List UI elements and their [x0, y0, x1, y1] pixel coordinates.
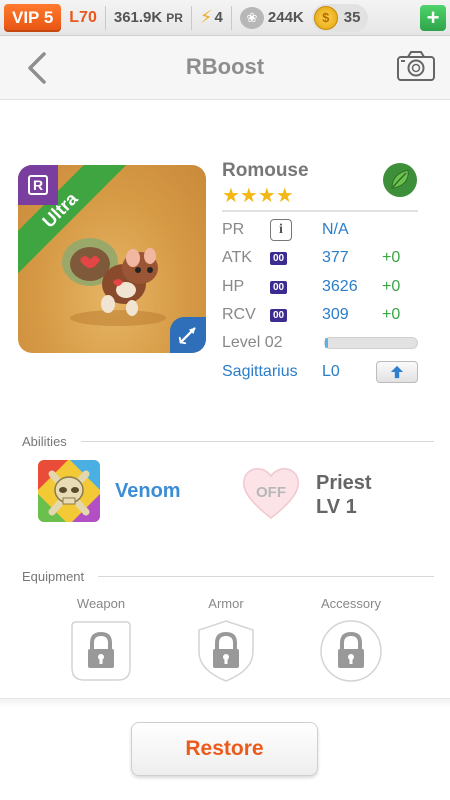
- locked-slot-icon: [320, 620, 382, 682]
- arrow-up-icon: [390, 365, 404, 379]
- stat-tag: 00: [270, 308, 288, 322]
- weapon-label: Weapon: [76, 596, 126, 611]
- stat-row-hp: HP 00 3626 +0: [222, 273, 418, 301]
- divider: [190, 5, 192, 30]
- coin-icon: $: [313, 5, 338, 30]
- accessory-slot[interactable]: [318, 618, 384, 684]
- stat-row-rcv: RCV 00 309 +0: [222, 301, 418, 329]
- stat-bonus: +0: [382, 306, 401, 323]
- level-row: Level 02: [222, 329, 418, 357]
- nav-bar: RBoost: [0, 36, 450, 100]
- coin-value: 35: [343, 9, 361, 26]
- status-bar: VIP 5 L70 361.9K PR ⚡ 4 ❀ 244K $ 35 +: [0, 0, 450, 36]
- restore-button[interactable]: Restore: [131, 722, 318, 776]
- sign-upgrade-button[interactable]: [376, 361, 418, 383]
- stat-bonus: +0: [382, 278, 401, 295]
- section-title: Equipment: [22, 569, 85, 584]
- stat-value: 309: [322, 306, 349, 323]
- lightning-icon: ⚡: [199, 7, 213, 27]
- energy-value: 4: [214, 9, 223, 26]
- accessory-label: Accessory: [321, 596, 381, 611]
- section-divider: [80, 441, 434, 442]
- leaf-element-icon: [383, 163, 417, 197]
- camera-button[interactable]: [396, 50, 436, 82]
- energy-counter[interactable]: ⚡ 4: [196, 7, 227, 28]
- pr-label: PR: [166, 11, 183, 25]
- camera-icon: [397, 51, 435, 81]
- paw-icon: ❀: [239, 6, 264, 29]
- equipment-heading: Equipment: [22, 569, 434, 584]
- pr-value: 361.9K: [113, 9, 163, 26]
- level-label: Level 02: [222, 334, 283, 351]
- info-icon[interactable]: i: [270, 219, 292, 241]
- skill-name[interactable]: Venom: [115, 480, 181, 503]
- stat-label: HP: [222, 278, 245, 295]
- section-divider: [98, 576, 434, 577]
- locked-slot-icon: [71, 621, 131, 681]
- arrow-icon: [178, 327, 196, 345]
- page-title: RBoost: [185, 54, 265, 79]
- armor-label: Armor: [208, 596, 244, 611]
- weapon-slot[interactable]: [68, 618, 134, 684]
- monster-card[interactable]: Ultra R: [18, 165, 206, 353]
- bottom-divider: [0, 698, 450, 708]
- stat-label: ATK: [222, 249, 252, 266]
- player-pr: 361.9K PR: [110, 9, 187, 26]
- venom-skill-icon[interactable]: [38, 460, 100, 522]
- armor-slot[interactable]: [193, 618, 259, 684]
- stat-label: PR: [222, 221, 245, 238]
- rarity-badge: R: [18, 165, 58, 205]
- class-skill-toggle[interactable]: OFF: [240, 462, 302, 522]
- stat-value: 3626: [322, 278, 358, 295]
- stat-row-pr: PR i N/A: [222, 216, 418, 244]
- divider: [104, 5, 106, 30]
- paw-counter[interactable]: ❀ 244K: [236, 6, 308, 29]
- stat-tag: 00: [270, 280, 288, 294]
- stat-tag: 00: [270, 251, 288, 265]
- exp-progress-fill: [325, 338, 328, 348]
- class-info: Priest LV 1: [316, 471, 372, 519]
- paw-value: 244K: [267, 9, 304, 26]
- stat-value: N/A: [322, 221, 349, 238]
- stat-label: RCV: [222, 306, 256, 323]
- locked-slot-icon: [198, 620, 254, 682]
- stat-row-atk: ATK 00 377 +0: [222, 244, 418, 272]
- stat-bonus: +0: [382, 249, 401, 266]
- archer-class-icon: [170, 317, 206, 353]
- info-divider: [222, 210, 418, 212]
- abilities-heading: Abilities: [22, 434, 434, 449]
- add-coins-button[interactable]: +: [420, 4, 446, 31]
- class-name: Priest: [316, 472, 372, 494]
- player-level: L70: [69, 8, 97, 26]
- class-level: LV 1: [316, 496, 357, 518]
- sign-level: L0: [322, 363, 340, 380]
- monster-info: Romouse ★★★★ PR i N/A ATK 00 377 +0 HP 0…: [222, 160, 418, 383]
- zodiac-sign[interactable]: Sagittarius: [222, 363, 322, 381]
- stat-value: 377: [322, 249, 349, 266]
- skull-icon: [38, 460, 100, 522]
- divider: [230, 5, 232, 30]
- heart-icon: OFF: [242, 468, 300, 519]
- section-title: Abilities: [22, 434, 67, 449]
- vip-badge[interactable]: VIP 5: [4, 3, 62, 32]
- sign-row: Sagittarius L0: [222, 358, 418, 386]
- off-label: OFF: [256, 484, 286, 501]
- rarity-label: R: [27, 175, 49, 195]
- exp-progress-bar: [324, 337, 418, 349]
- coin-counter[interactable]: $ 35: [311, 3, 369, 32]
